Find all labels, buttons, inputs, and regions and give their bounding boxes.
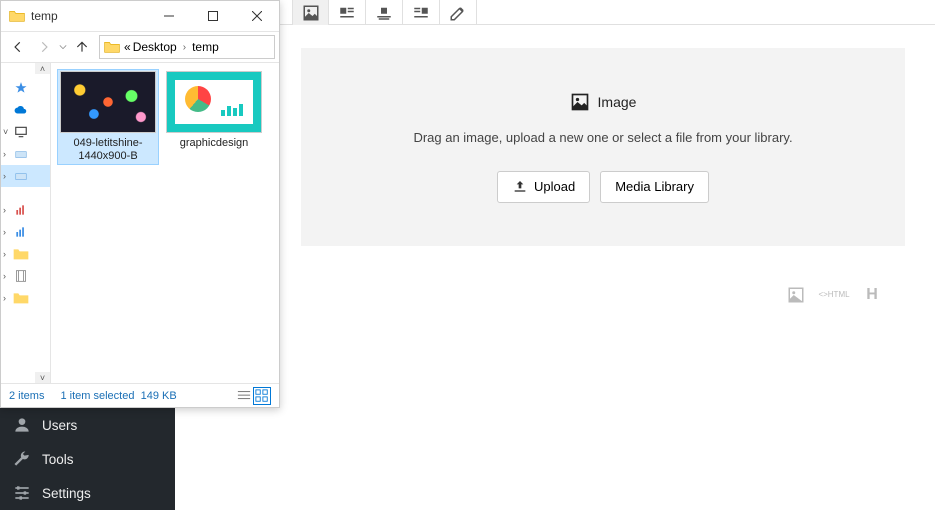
breadcrumb-prefix: « — [124, 40, 131, 54]
tree-scroll-down[interactable]: ˅ — [35, 372, 50, 383]
status-selection: 1 item selected 149 KB — [60, 390, 176, 402]
file-item[interactable]: graphicdesign — [163, 69, 265, 165]
tree-item[interactable]: › — [1, 165, 50, 187]
menu-tools[interactable]: Tools — [0, 442, 175, 476]
folder-icon — [104, 40, 120, 54]
nav-forward-button[interactable] — [31, 34, 57, 60]
footer-html-icon[interactable]: <>HTML — [825, 286, 843, 304]
tree-item[interactable]: › — [1, 221, 50, 243]
tree-item[interactable]: › — [1, 143, 50, 165]
edit-button[interactable] — [440, 0, 477, 25]
folder-icon — [13, 247, 29, 261]
tree-item[interactable]: ˅ — [1, 121, 50, 143]
minimize-button[interactable] — [147, 1, 191, 31]
nav-tree[interactable]: ˄ ˅ › › › › › › › ˅ — [1, 63, 51, 383]
explorer-statusbar: 2 items 1 item selected 149 KB — [1, 383, 279, 407]
chart-icon — [13, 203, 29, 217]
file-area[interactable]: 049-letitshine-1440x900-B graphicdesign — [51, 63, 279, 383]
maximize-button[interactable] — [191, 1, 235, 31]
tree-item[interactable]: › — [1, 287, 50, 309]
explorer-window: temp « Desktop › temp ˄ ˅ › › › › › — [0, 0, 280, 408]
star-icon — [13, 81, 29, 95]
nav-recent-dropdown[interactable] — [59, 40, 67, 54]
view-thumbnails-button[interactable] — [253, 387, 271, 405]
tree-scroll-up[interactable]: ˄ — [35, 63, 50, 74]
folder-icon — [13, 291, 29, 305]
upload-icon — [512, 179, 528, 195]
film-icon — [13, 269, 29, 283]
menu-users[interactable]: Users — [0, 408, 175, 442]
close-button[interactable] — [235, 1, 279, 31]
tree-item[interactable]: › — [1, 243, 50, 265]
sliders-icon — [12, 483, 32, 503]
image-block-icon-button[interactable] — [292, 0, 329, 25]
explorer-navbar: « Desktop › temp — [1, 31, 279, 63]
window-title: temp — [31, 9, 147, 23]
file-thumbnail — [166, 71, 262, 133]
file-name: graphicdesign — [165, 137, 263, 150]
menu-settings-label: Settings — [42, 486, 91, 501]
image-icon — [570, 92, 590, 112]
breadcrumb-temp[interactable]: temp — [190, 40, 221, 54]
tree-item[interactable]: › — [1, 265, 50, 287]
chevron-right-icon: › — [183, 42, 186, 53]
image-placeholder-block[interactable]: Image Drag an image, upload a new one or… — [301, 48, 905, 246]
menu-settings[interactable]: Settings — [0, 476, 175, 510]
view-details-button[interactable] — [235, 387, 253, 405]
align-left-button[interactable] — [329, 0, 366, 25]
explorer-body: ˄ ˅ › › › › › › › ˅ 049-letitshine-1440x… — [1, 63, 279, 383]
folder-icon — [9, 9, 25, 23]
file-name: 049-letitshine-1440x900-B — [59, 137, 157, 163]
align-center-button[interactable] — [366, 0, 403, 25]
image-block-instruction: Drag an image, upload a new one or selec… — [413, 130, 792, 145]
user-icon — [12, 415, 32, 435]
upload-button[interactable]: Upload — [497, 171, 590, 203]
nav-back-button[interactable] — [5, 34, 31, 60]
file-item[interactable]: 049-letitshine-1440x900-B — [57, 69, 159, 165]
image-block-heading: Image — [570, 92, 637, 112]
align-right-button[interactable] — [403, 0, 440, 25]
block-footer: <>HTML H — [178, 246, 935, 304]
editor-toolbar — [178, 0, 935, 25]
wrench-icon — [12, 449, 32, 469]
tree-item[interactable]: › — [1, 199, 50, 221]
status-item-count: 2 items — [9, 390, 44, 402]
file-thumbnail — [60, 71, 156, 133]
chart-icon — [13, 225, 29, 239]
media-library-button[interactable]: Media Library — [600, 171, 709, 203]
nav-up-button[interactable] — [69, 34, 95, 60]
footer-heading-icon[interactable]: H — [863, 286, 881, 304]
media-library-label: Media Library — [615, 179, 694, 194]
drive-icon — [13, 169, 29, 183]
footer-image-icon[interactable] — [787, 286, 805, 304]
upload-label: Upload — [534, 179, 575, 194]
menu-users-label: Users — [42, 418, 77, 433]
editor-area: Image Drag an image, upload a new one or… — [178, 0, 935, 517]
tree-item[interactable] — [1, 99, 50, 121]
monitor-icon — [13, 125, 29, 139]
wp-admin-sidebar: Users Tools Settings — [0, 408, 175, 510]
tree-item[interactable] — [1, 77, 50, 99]
breadcrumb-desktop[interactable]: Desktop — [131, 40, 179, 54]
cloud-icon — [13, 103, 29, 117]
explorer-titlebar[interactable]: temp — [1, 1, 279, 31]
image-block-title: Image — [598, 94, 637, 110]
drive-icon — [13, 147, 29, 161]
menu-tools-label: Tools — [42, 452, 74, 467]
address-bar[interactable]: « Desktop › temp — [99, 35, 275, 59]
